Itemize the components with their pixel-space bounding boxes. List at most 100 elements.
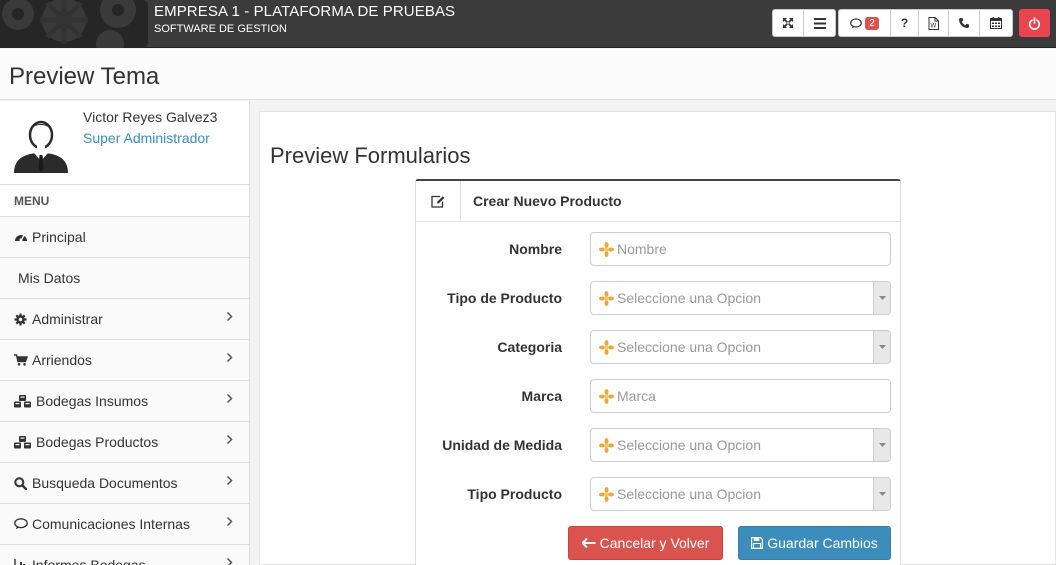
svg-text:W: W <box>930 22 936 29</box>
form-row-marca: Marca Marca <box>416 379 902 413</box>
form-row-tipo-producto: Tipo Producto Seleccione una Opcion <box>416 477 902 511</box>
chevron-right-icon <box>226 393 233 404</box>
sidebar-item-bodegas-insumos[interactable]: Bodegas Insumos <box>0 381 249 422</box>
sidebar: Victor Reyes Galvez3 Super Administrador… <box>0 101 250 565</box>
edit-icon <box>416 180 461 222</box>
chevron-right-icon <box>226 352 233 363</box>
asterisk-icon <box>596 388 616 404</box>
fullscreen-icon <box>783 18 793 28</box>
caret-down-icon[interactable] <box>873 478 890 510</box>
phone-button[interactable] <box>949 10 980 36</box>
sidebar-item-label: Informes Bodegas <box>32 557 146 565</box>
sidebar-item-label: Busqueda Documentos <box>32 475 178 491</box>
field-label: Marca <box>521 388 562 404</box>
chevron-right-icon <box>226 311 233 322</box>
gears-logo-icon <box>0 0 148 48</box>
dashboard-icon <box>14 231 30 243</box>
select-placeholder: Seleccione una Opcion <box>617 339 761 355</box>
chevron-right-icon <box>226 475 233 486</box>
sidebar-item-label: Principal <box>32 229 86 245</box>
help-icon: ? <box>900 16 909 30</box>
main-content: Preview Formularios Crear Nuevo Producto… <box>259 111 1056 565</box>
cubes-icon <box>14 435 34 449</box>
asterisk-icon <box>596 437 616 453</box>
menu-heading: MENU <box>0 185 249 217</box>
search-icon <box>14 476 30 490</box>
cancel-button[interactable]: Cancelar y Volver <box>568 526 723 560</box>
sidebar-item-label: Arriendos <box>32 352 92 368</box>
chevron-right-icon <box>226 557 233 565</box>
word-document-button[interactable]: W <box>919 10 949 36</box>
caret-down-icon[interactable] <box>873 429 890 461</box>
power-icon <box>1028 16 1041 30</box>
form-row-unidad-de-medida: Unidad de Medida Seleccione una Opcion <box>416 428 902 462</box>
field-label: Unidad de Medida <box>442 437 562 453</box>
save-button[interactable]: Guardar Cambios <box>738 526 891 560</box>
asterisk-icon <box>596 339 616 355</box>
user-name: Victor Reyes Galvez3 <box>83 109 218 125</box>
sidebar-item-mis-datos[interactable]: Mis Datos <box>0 258 249 299</box>
sidebar-item-label: Bodegas Productos <box>36 434 159 450</box>
sidebar-item-administrar[interactable]: Administrar <box>0 299 249 340</box>
calendar-icon <box>990 17 1002 29</box>
user-role-link[interactable]: Super Administrador <box>83 130 210 146</box>
product-form-card: Crear Nuevo Producto Nombre Nombre Tipo … <box>415 179 901 565</box>
select-placeholder: Seleccione una Opcion <box>617 437 761 453</box>
form-row-categoria: Categoria Seleccione una Opcion <box>416 330 902 364</box>
page-header: Preview Tema <box>0 49 1056 100</box>
fullscreen-button[interactable] <box>773 10 804 36</box>
unidad-de-medida-select[interactable]: Seleccione una Opcion <box>590 428 891 462</box>
caret-down-icon[interactable] <box>873 331 890 363</box>
field-label: Nombre <box>509 241 562 257</box>
form-row-tipo-de-producto: Tipo de Producto Seleccione una Opcion <box>416 281 902 315</box>
sidebar-item-label: Mis Datos <box>18 270 81 286</box>
sidebar-item-comunicaciones-internas[interactable]: Comunicaciones Internas <box>0 504 249 545</box>
sidebar-item-bodegas-productos[interactable]: Bodegas Productos <box>0 422 249 463</box>
select-placeholder: Seleccione una Opcion <box>617 290 761 306</box>
top-bar: EMPRESA 1 - PLATAFORMA DE PRUEBAS SOFTWA… <box>0 0 1056 48</box>
brand-logo[interactable] <box>0 0 148 48</box>
caret-down-icon[interactable] <box>873 282 890 314</box>
marca-placeholder: Marca <box>617 388 656 404</box>
comment-icon <box>850 17 863 28</box>
brand-subtitle: SOFTWARE DE GESTION <box>154 23 287 35</box>
chart-icon <box>14 559 30 565</box>
phone-icon <box>959 18 969 28</box>
card-title: Crear Nuevo Producto <box>473 193 622 209</box>
asterisk-icon <box>596 486 616 502</box>
tipo-de-producto-select[interactable]: Seleccione una Opcion <box>590 281 891 315</box>
logout-button[interactable] <box>1019 9 1050 37</box>
help-button[interactable]: ? <box>891 10 919 36</box>
field-label: Tipo de Producto <box>447 290 562 306</box>
marca-input[interactable]: Marca <box>590 379 891 413</box>
avatar <box>10 111 72 173</box>
calendar-button[interactable] <box>980 10 1012 36</box>
comment-icon <box>14 518 30 530</box>
sidebar-item-principal[interactable]: Principal <box>0 217 249 258</box>
cart-icon <box>14 354 30 366</box>
chevron-right-icon <box>226 516 233 527</box>
tipo-producto-select[interactable]: Seleccione una Opcion <box>590 477 891 511</box>
messages-button[interactable]: 2 <box>839 10 891 36</box>
sidebar-item-label: Bodegas Insumos <box>36 393 149 409</box>
card-header: Crear Nuevo Producto <box>416 180 900 222</box>
brand-title: EMPRESA 1 - PLATAFORMA DE PRUEBAS <box>154 3 456 20</box>
word-document-icon: W <box>928 16 939 30</box>
sidebar-item-informes-bodegas[interactable]: Informes Bodegas <box>0 545 249 565</box>
actions-toolbar: 2 ? W <box>838 9 1013 37</box>
save-button-label: Guardar Cambios <box>767 535 878 551</box>
sidebar-item-label: Administrar <box>32 311 103 327</box>
nombre-input[interactable]: Nombre <box>590 232 891 266</box>
categoria-select[interactable]: Seleccione una Opcion <box>590 330 891 364</box>
select-placeholder: Seleccione una Opcion <box>617 486 761 502</box>
nombre-placeholder: Nombre <box>617 241 667 257</box>
field-label: Tipo Producto <box>467 486 562 502</box>
section-title: Preview Formularios <box>270 143 471 168</box>
user-panel: Victor Reyes Galvez3 Super Administrador <box>0 101 249 185</box>
messages-badge: 2 <box>865 16 879 30</box>
cancel-button-label: Cancelar y Volver <box>599 535 710 551</box>
menu-toggle-button[interactable] <box>804 10 835 36</box>
sidebar-item-arriendos[interactable]: Arriendos <box>0 340 249 381</box>
sidebar-item-busqueda-documentos[interactable]: Busqueda Documentos <box>0 463 249 504</box>
chevron-right-icon <box>226 434 233 445</box>
